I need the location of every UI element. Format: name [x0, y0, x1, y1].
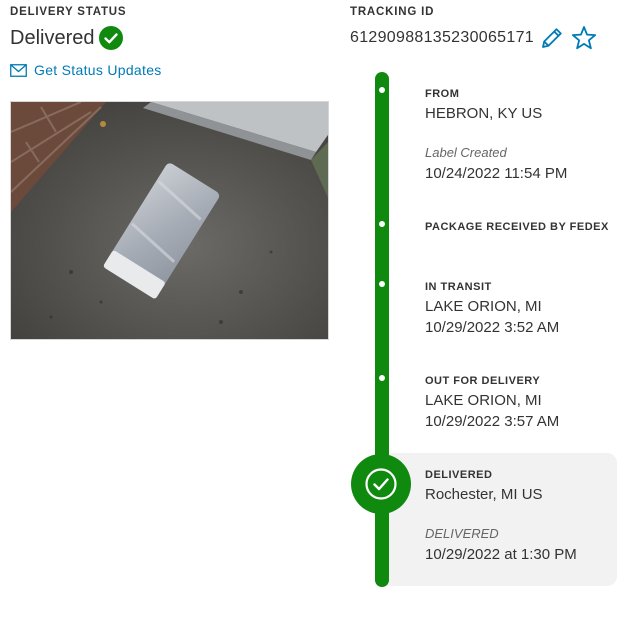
- get-status-updates-label: Get Status Updates: [34, 62, 162, 78]
- event-out-for-delivery-title: OUT FOR DELIVERY: [425, 375, 541, 387]
- event-from-location: HEBRON, KY US: [425, 105, 543, 122]
- event-in-transit-location: LAKE ORION, MI: [425, 298, 542, 315]
- pencil-icon[interactable]: [538, 24, 566, 52]
- event-in-transit-datetime: 10/29/2022 3:52 AM: [425, 319, 560, 336]
- event-received-title: PACKAGE RECEIVED BY FEDEX: [425, 221, 609, 233]
- event-in-transit-title: IN TRANSIT: [425, 281, 492, 293]
- delivery-status: Delivered: [10, 26, 124, 50]
- star-icon[interactable]: [570, 24, 598, 52]
- tracking-id-row: 612909881352300651​71: [350, 24, 598, 52]
- status-text: Delivered: [10, 26, 95, 49]
- timeline-dot-in-transit: [379, 281, 385, 287]
- get-status-updates-link[interactable]: Get Status Updates: [10, 62, 162, 78]
- event-delivered-datetime: 10/29/2022 at 1:30 PM: [425, 546, 577, 563]
- event-delivered-title: DELIVERED: [425, 469, 493, 481]
- check-circle-icon: [365, 468, 397, 500]
- timeline-dot-out-for-delivery: [379, 375, 385, 381]
- event-delivered-sublabel: DELIVERED: [425, 526, 499, 541]
- delivered-milestone: [351, 454, 411, 514]
- event-from-datetime: 10/24/2022 11:54 PM: [425, 165, 568, 182]
- tracking-number: 612909881352300651​71: [350, 29, 534, 46]
- timeline-dot-from: [379, 87, 385, 93]
- event-from-sublabel: Label Created: [425, 145, 507, 160]
- event-out-for-delivery-location: LAKE ORION, MI: [425, 392, 542, 409]
- check-circle-icon: [99, 26, 124, 50]
- timeline-dot-received: [379, 221, 385, 227]
- event-from-title: FROM: [425, 88, 460, 100]
- tracking-id-label: TRACKING ID: [350, 6, 435, 18]
- envelope-icon: [10, 63, 27, 77]
- package-photo-image: [11, 102, 328, 339]
- event-delivered-location: Rochester, MI US: [425, 486, 543, 503]
- delivered-event-panel: [382, 453, 617, 586]
- delivery-photo[interactable]: [10, 101, 329, 340]
- delivery-status-label: DELIVERY STATUS: [10, 6, 127, 18]
- event-out-for-delivery-datetime: 10/29/2022 3:57 AM: [425, 413, 560, 430]
